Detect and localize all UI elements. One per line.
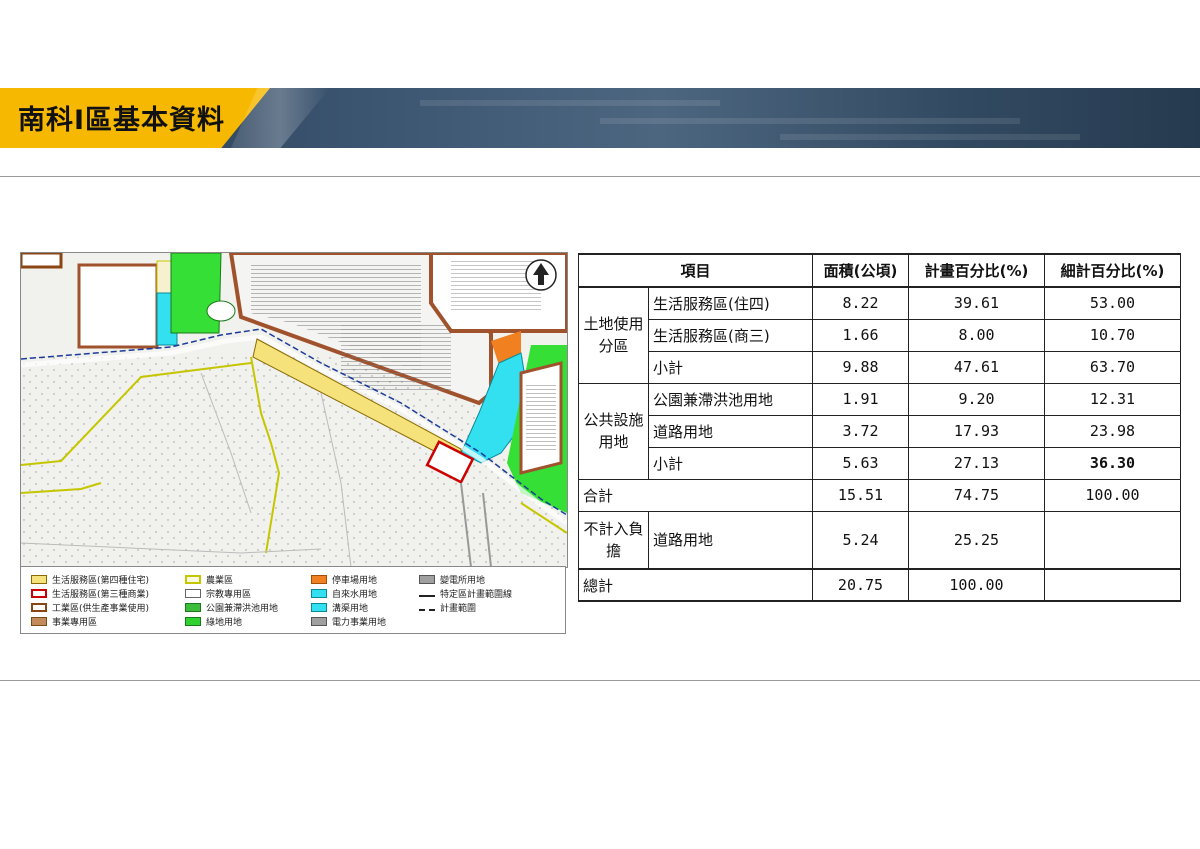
legend-swatch	[31, 603, 47, 612]
zoning-map: N	[20, 252, 568, 568]
legend-swatch	[31, 617, 47, 626]
legend-swatch	[311, 589, 327, 598]
legend-item: 自來水用地	[311, 587, 377, 600]
legend-item: 計畫範圍	[419, 601, 476, 614]
legend-item: 公園兼滯洪池用地	[185, 601, 278, 614]
table-row: 生活服務區(商三) 1.66 8.00 10.70	[579, 318, 1181, 352]
legend-swatch	[311, 575, 327, 584]
grand-total-row: 總計 20.75 100.00	[578, 568, 1181, 602]
legend-swatch	[185, 589, 201, 598]
legend-item: 事業專用區	[31, 615, 97, 628]
table-row: 公共設施用地 公園兼滯洪池用地 1.91 9.20 12.31	[578, 382, 1181, 480]
legend-item: 電力事業用地	[311, 615, 386, 628]
plan-range-line-icon	[419, 608, 435, 611]
top-divider	[0, 176, 1200, 177]
table-row: 小計 5.63 27.13 36.30	[579, 446, 1181, 480]
group-not-counted: 不計入負擔	[578, 510, 649, 570]
table-header-row: 項目 面積(公頃) 計畫百分比(%) 細計百分比(%)	[578, 253, 1181, 288]
legend-swatch	[311, 603, 327, 612]
legend-item: 綠地用地	[185, 615, 242, 628]
legend-item: 變電所用地	[419, 573, 485, 586]
table-row: 土地使用分區 生活服務區(住四) 8.22 39.61 53.00	[578, 286, 1181, 384]
header-detail-pct: 細計百分比(%)	[1044, 253, 1181, 288]
page-title: 南科I區基本資料	[18, 105, 226, 136]
group-land-use: 土地使用分區	[578, 286, 649, 384]
map-legend: 生活服務區(第四種住宅) 生活服務區(第三種商業) 工業區(供生產事業使用) 事…	[20, 566, 566, 634]
legend-item: 特定區計畫範圍線	[419, 587, 512, 600]
legend-item: 工業區(供生產事業使用)	[31, 601, 149, 614]
bottom-divider	[0, 680, 1200, 681]
legend-item: 生活服務區(第四種住宅)	[31, 573, 149, 586]
legend-swatch	[185, 575, 201, 584]
legend-swatch	[31, 575, 47, 584]
legend-item: 農業區	[185, 573, 233, 586]
table-row: 道路用地 3.72 17.93 23.98	[579, 414, 1181, 448]
total-row: 合計 15.51 74.75 100.00	[578, 478, 1181, 512]
header-banner: 南科I區基本資料	[0, 88, 1200, 148]
header-area: 面積(公頃)	[812, 253, 909, 288]
legend-swatch	[185, 617, 201, 626]
legend-swatch	[185, 603, 201, 612]
industrial-parcel	[77, 263, 159, 349]
north-label: N	[538, 279, 544, 287]
legend-item: 停車場用地	[311, 573, 377, 586]
park-area	[170, 253, 222, 334]
legend-item: 生活服務區(第三種商業)	[31, 587, 149, 600]
header-item: 項目	[578, 253, 813, 288]
legend-item: 溝渠用地	[311, 601, 368, 614]
boundary-line-icon	[419, 594, 435, 597]
zoning-map-drawing	[21, 253, 567, 567]
header-plan-pct: 計畫百分比(%)	[908, 253, 1045, 288]
legend-item: 宗教專用區	[185, 587, 251, 600]
table-row: 小計 9.88 47.61 63.70	[579, 350, 1181, 384]
not-counted-row: 不計入負擔 道路用地 5.24 25.25	[578, 510, 1181, 570]
group-public: 公共設施用地	[578, 382, 649, 480]
legend-swatch	[311, 617, 327, 626]
legend-swatch	[419, 575, 435, 584]
legend-swatch	[31, 589, 47, 598]
land-use-table: 項目 面積(公頃) 計畫百分比(%) 細計百分比(%) 土地使用分區 生活服務區…	[578, 253, 1181, 602]
